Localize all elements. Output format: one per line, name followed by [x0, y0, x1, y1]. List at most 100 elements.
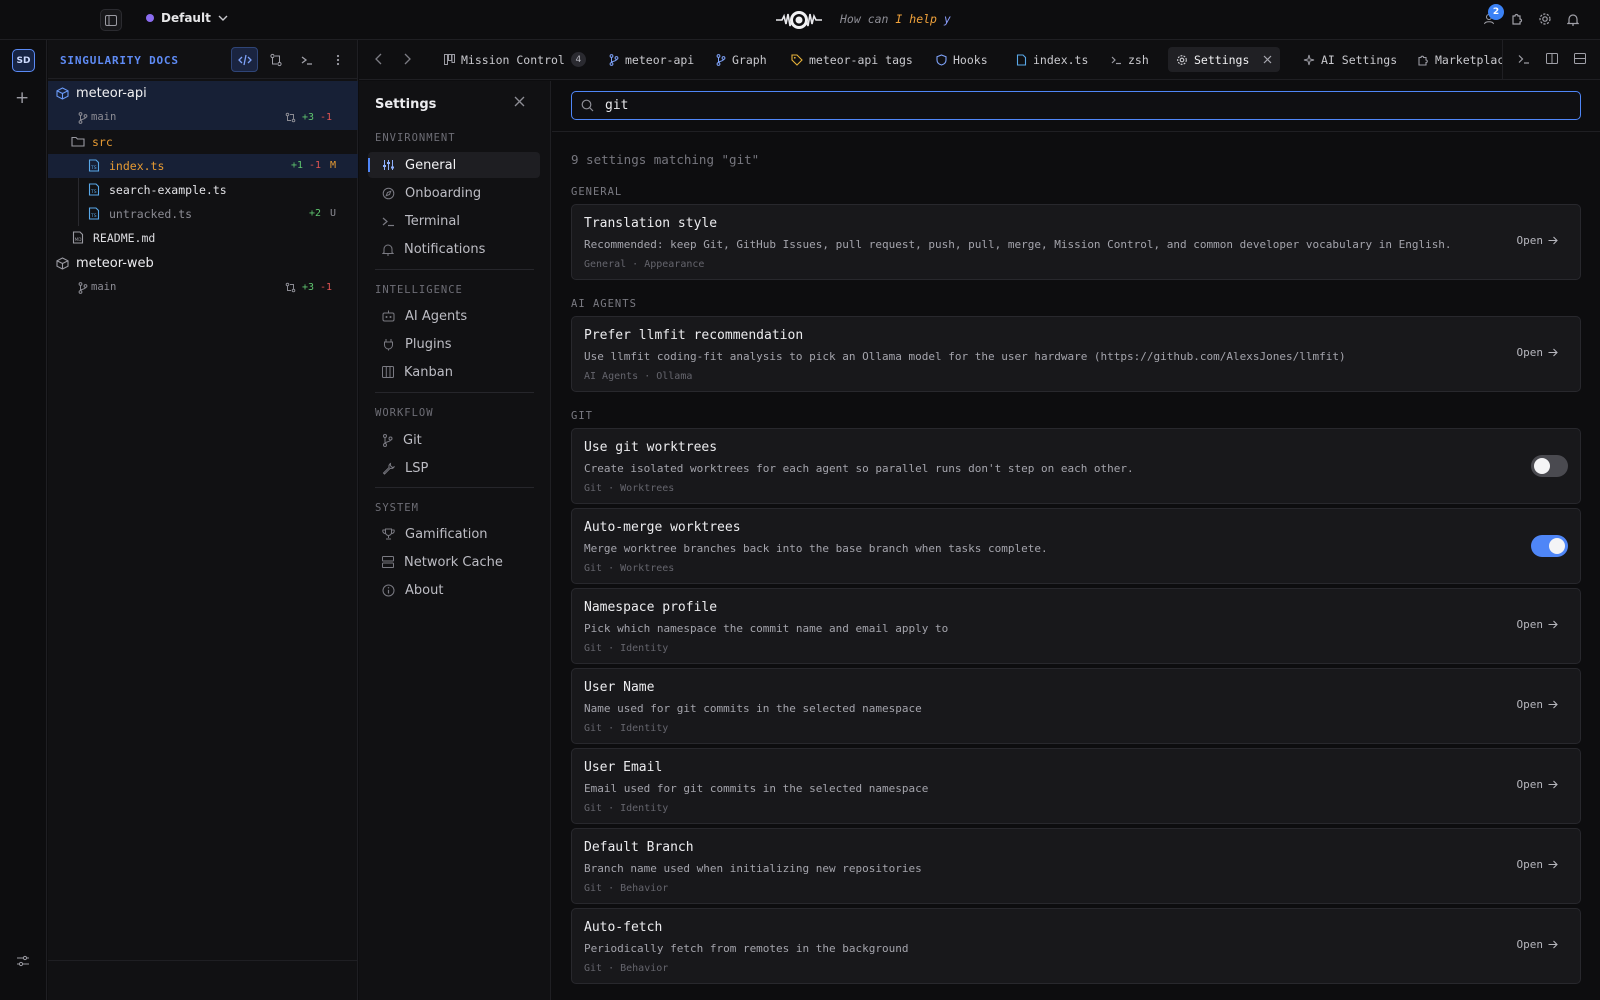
settings-button[interactable] [1536, 10, 1554, 28]
kanban-icon [444, 54, 455, 65]
file-item-search-example-ts[interactable]: TS search-example.ts [48, 178, 358, 202]
close-icon[interactable] [514, 96, 525, 107]
settings-results: git 9 settings matching "git" GENERAL Tr… [552, 81, 1600, 1000]
setting-card-prefer-llmfit[interactable]: Prefer llmfit recommendation Use llmfit … [571, 316, 1581, 392]
repo-item-meteor-api[interactable]: meteor-api [48, 81, 358, 106]
more-vertical-icon [336, 54, 339, 65]
nav-item-onboarding[interactable]: Onboarding [368, 180, 540, 206]
file-explorer: SINGULARITY DOCS meteor-api main +3 -1 s… [48, 40, 358, 1000]
preferences-button[interactable] [16, 955, 30, 967]
branch-icon [383, 433, 393, 447]
nav-item-about[interactable]: About [368, 577, 540, 603]
setting-card-user-name[interactable]: User Name Name used for git commits in t… [571, 668, 1581, 744]
open-button[interactable]: Open [1517, 778, 1559, 791]
tab-ai-settings[interactable]: AI Settings [1295, 47, 1405, 72]
settings-search-input[interactable]: git [571, 91, 1581, 120]
nav-item-plugins[interactable]: Plugins [368, 331, 540, 357]
removed-count: -1 [309, 160, 322, 171]
tab-hooks[interactable]: Hooks [928, 47, 996, 72]
nav-item-git[interactable]: Git [368, 427, 540, 453]
tab-zsh[interactable]: zsh [1103, 47, 1157, 72]
nav-item-gamification[interactable]: Gamification [368, 521, 540, 547]
nav-item-terminal[interactable]: Terminal [368, 208, 540, 234]
setting-card-namespace-profile[interactable]: Namespace profile Pick which namespace t… [571, 588, 1581, 664]
tab-meteor-api-tags[interactable]: meteor-api tags [783, 47, 921, 72]
bell-icon [1567, 13, 1579, 26]
repo-item-meteor-web[interactable]: meteor-web [48, 251, 358, 276]
tab-graph[interactable]: Graph [708, 47, 775, 72]
nav-item-kanban[interactable]: Kanban [368, 359, 540, 385]
setting-card-auto-merge-worktrees: Auto-merge worktrees Merge worktree bran… [571, 508, 1581, 584]
file-item-readme-md[interactable]: MD README.md [48, 226, 358, 250]
nav-item-network-cache[interactable]: Network Cache [368, 549, 540, 575]
added-count: +3 [302, 282, 315, 293]
open-button[interactable]: Open [1517, 698, 1559, 711]
open-button[interactable]: Open [1517, 938, 1559, 951]
nav-item-general[interactable]: General [368, 152, 540, 178]
terminal-icon[interactable] [1518, 54, 1530, 64]
group-label-ai-agents: AI AGENTS [571, 298, 637, 310]
kanban-icon [382, 366, 394, 378]
split-horizontal-icon[interactable] [1574, 53, 1586, 64]
open-button[interactable]: Open [1517, 858, 1559, 871]
open-button[interactable]: Open [1517, 234, 1559, 247]
typescript-file-icon: TS [88, 207, 100, 220]
tab-settings[interactable]: Settings [1168, 47, 1281, 72]
nav-item-lsp[interactable]: LSP [368, 455, 540, 481]
arrow-right-icon [1548, 236, 1558, 245]
plugins-button[interactable] [1508, 10, 1526, 28]
auto-merge-worktrees-toggle[interactable] [1531, 535, 1568, 557]
tab-meteor-api[interactable]: meteor-api [601, 47, 702, 72]
sidebar-toggle-button[interactable] [100, 9, 122, 31]
file-item-untracked-ts[interactable]: TS untracked.ts +2 U [48, 202, 358, 226]
svg-text:TS: TS [90, 189, 97, 195]
workspace-avatar[interactable]: SD [12, 49, 35, 72]
open-button[interactable]: Open [1517, 618, 1559, 631]
use-git-worktrees-toggle[interactable] [1531, 455, 1568, 477]
settings-title: Settings [375, 97, 437, 112]
tab-marketplace[interactable]: Marketplac [1409, 47, 1512, 72]
tab-count-badge: 4 [570, 52, 586, 67]
terminal-view-button[interactable] [293, 47, 320, 72]
file-item-index-ts[interactable]: TS index.ts +1 -1 M [48, 154, 358, 178]
tag-icon [791, 53, 803, 66]
arrow-right-icon [1548, 860, 1558, 869]
markdown-file-icon: MD [72, 231, 84, 244]
folder-item-src[interactable]: src [48, 130, 358, 154]
file-name: index.ts [109, 159, 165, 173]
setting-card-translation-style[interactable]: Translation style Recommended: keep Git,… [571, 204, 1581, 280]
removed-count: -1 [320, 112, 333, 123]
branch-row[interactable]: main +3 -1 [48, 276, 358, 300]
workspace-selector[interactable]: Default [146, 11, 228, 25]
more-options-button[interactable] [324, 47, 351, 72]
add-workspace-button[interactable]: + [15, 88, 29, 108]
forward-arrow-icon[interactable] [403, 53, 411, 65]
ai-prompt-placeholder[interactable]: How can I help y [840, 12, 951, 26]
git-compare-icon [285, 112, 296, 123]
setting-card-auto-fetch[interactable]: Auto-fetch Periodically fetch from remot… [571, 908, 1581, 984]
setting-card-default-branch[interactable]: Default Branch Branch name used when ini… [571, 828, 1581, 904]
arrow-right-icon [1548, 700, 1558, 709]
close-icon[interactable] [1263, 55, 1272, 64]
open-button[interactable]: Open [1517, 346, 1559, 359]
tab-index-ts[interactable]: index.ts [1008, 47, 1096, 72]
typescript-file-icon: TS [88, 159, 100, 172]
compass-icon [382, 187, 395, 199]
notifications-inbox-button[interactable]: 2 [1480, 4, 1504, 28]
split-vertical-icon[interactable] [1546, 53, 1558, 64]
nav-item-notifications[interactable]: Notifications [368, 236, 540, 262]
code-view-button[interactable] [231, 47, 258, 72]
back-arrow-icon[interactable] [375, 53, 383, 65]
sliders-icon [17, 955, 29, 967]
untracked-badge: U [330, 208, 337, 219]
gear-icon [1539, 13, 1551, 25]
branch-row[interactable]: main +3 -1 [48, 106, 358, 130]
nav-divider [375, 487, 534, 488]
nav-item-ai-agents[interactable]: AI Agents [368, 303, 540, 329]
tab-mission-control[interactable]: Mission Control 4 [436, 47, 594, 72]
alerts-button[interactable] [1564, 10, 1582, 28]
setting-card-user-email[interactable]: User Email Email used for git commits in… [571, 748, 1581, 824]
arrow-right-icon [1548, 940, 1558, 949]
typescript-file-icon: TS [88, 183, 100, 196]
git-changes-button[interactable] [262, 47, 289, 72]
